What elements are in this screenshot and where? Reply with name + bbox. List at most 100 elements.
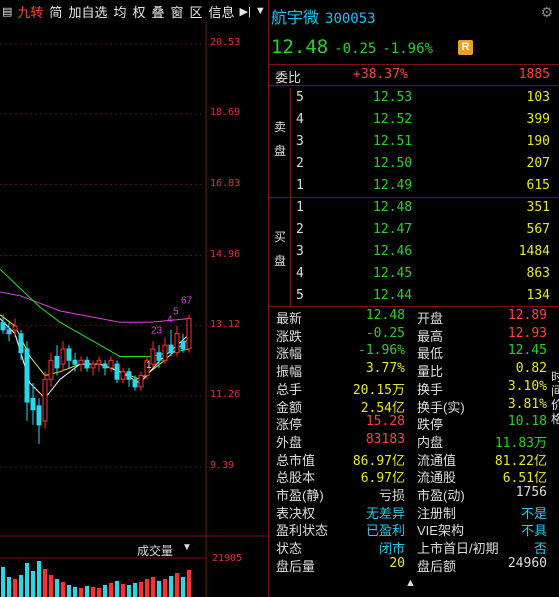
divider [269,85,559,86]
volume-bar [67,585,71,597]
stock-code: 300053 [325,11,376,27]
side-tab-char: 价 [551,398,559,412]
ask-level: 3 [296,134,304,149]
ask-row[interactable]: 5 12.53 103 [269,90,559,110]
toolbar-item-average[interactable]: 均 [110,2,129,21]
price-summary: 12.48 -0.25 -1.96% [271,36,433,58]
candle-body [126,371,132,380]
toolbar-item-rights[interactable]: 权 [129,2,148,21]
stat-row: 盘后量 20 盘后额 24960 [269,556,559,574]
quote-panel: 航宇微 300053 ⚙ 12.48 -0.25 -1.96% R 委比 +38.37… [268,0,559,597]
candle-body [168,344,174,354]
volume-bar [61,582,65,597]
volume-bar [163,579,167,597]
nine-turn-marker: 1 [146,360,152,371]
order-ratio-row: 委比 +38.37% 1885 [269,66,559,85]
bid-level: 3 [296,244,304,259]
ask-price: 12.52 [373,112,413,127]
volume-bar [151,577,155,597]
toolbar-item-add-watchlist[interactable]: 加自选 [65,2,110,21]
stat-value: 闭市 [378,542,405,558]
stat-label: 涨跌 [276,328,303,344]
bid-volume: 134 [526,288,550,303]
kline-chart[interactable]: 1 23 4 5 67 1 20.53 18.69 16.83 14.96 13.12 1… [0,22,268,597]
stat-value: 12.48 [365,308,405,323]
volume-bar [19,575,23,597]
stat-label: 总股本 [276,470,316,486]
toolbar-item-overlay[interactable]: 叠 [148,2,167,21]
stat-label: 市盈(静) [276,488,324,503]
stat-value: 不是 [520,506,547,522]
price-tick: 20.53 [210,37,241,48]
stat-label: 最新 [276,311,303,326]
bid-row[interactable]: 5 12.44 134 [269,288,559,308]
stat-label: 最高 [417,328,444,344]
volume-bar [1,567,5,597]
stat-row: 状态 闭市 上市首日/初期 否 [269,538,559,558]
stat-value: -0.25 [365,325,405,341]
margin-badge[interactable]: R [458,40,473,55]
stat-row: 涨跌 -0.25 最高 12.93 [269,326,559,344]
ask-row[interactable]: 3 12.51 190 [269,134,559,154]
stat-row: 盈利状态 已盈利 VIE架构 不具 [269,520,559,539]
dropdown-caret-icon[interactable]: ▼ [253,5,268,17]
volume-bar [73,587,77,597]
toolbar-item-simple[interactable]: 简 [46,2,65,21]
stat-value: 0.82 [515,361,547,377]
last-price: 12.48 [271,36,329,58]
stat-label: 量比 [417,364,444,380]
layout-icon[interactable]: ▤ [0,5,14,18]
stat-value: 12.93 [507,325,547,341]
bid-row[interactable]: 1 12.48 351 [269,200,559,220]
nine-turn-marker: 23 [151,326,163,337]
candle-body [114,363,120,380]
volume-bar [109,583,113,597]
price-tick: 13.12 [210,319,241,330]
ask-level: 2 [296,156,304,171]
stat-label: 开盘 [417,311,444,326]
stat-value: 亏损 [378,489,405,504]
bid-price: 12.46 [373,244,413,259]
toolbar-item-jiuzhuan[interactable]: 九转 [14,2,46,21]
bid-volume: 863 [526,266,550,281]
stat-label: 内盘 [417,434,444,450]
ask-volume: 615 [526,178,550,193]
ask-row[interactable]: 4 12.52 399 [269,112,559,132]
stat-label: 跌停 [417,417,444,433]
candle-body [156,352,162,361]
bid-row[interactable]: 4 12.45 863 [269,266,559,286]
ask-level: 5 [296,90,304,105]
stat-value: 81.22亿 [494,453,547,469]
ask-price: 12.49 [373,178,413,193]
candle-body [42,378,48,422]
stat-value: 6.97亿 [360,471,405,487]
stat-value: 3.77% [365,361,405,377]
stock-header[interactable]: 航宇微 300053 [271,4,376,28]
collapse-caret-icon[interactable]: ▲ [405,577,416,589]
volume-title[interactable]: 成交量 [137,542,173,559]
volume-menu-icon[interactable]: ▼ [182,542,192,553]
candle-body [12,325,18,331]
bid-row[interactable]: 2 12.47 567 [269,222,559,242]
stat-label: 振幅 [276,364,303,380]
stat-label: 外盘 [276,434,303,450]
stat-label: 上市首日/初期 [417,541,499,557]
side-tab-strip[interactable]: 时 间 价 格 [551,370,559,590]
ask-price: 12.51 [373,134,413,149]
toolbar-item-info[interactable]: 信息 [206,2,238,21]
stat-row: 振幅 3.77% 量比 0.82 [269,361,559,379]
candle-body [174,333,180,354]
candle-body [48,359,54,380]
pin-icon[interactable]: ▶| [238,5,253,18]
toolbar-item-range[interactable]: 区 [187,2,206,21]
gear-icon[interactable]: ⚙ [540,4,553,21]
stat-row: 涨幅 -1.96% 最低 12.45 [269,343,559,361]
stat-value: 3.81% [507,396,547,412]
bid-row[interactable]: 3 12.46 1484 [269,244,559,264]
ask-row[interactable]: 1 12.49 615 [269,178,559,198]
stat-value: 6.51亿 [502,471,547,487]
stat-value: 否 [533,542,547,558]
toolbar-item-window[interactable]: 窗 [168,2,187,21]
ask-row[interactable]: 2 12.50 207 [269,156,559,176]
stat-value: 2.54亿 [360,400,405,416]
